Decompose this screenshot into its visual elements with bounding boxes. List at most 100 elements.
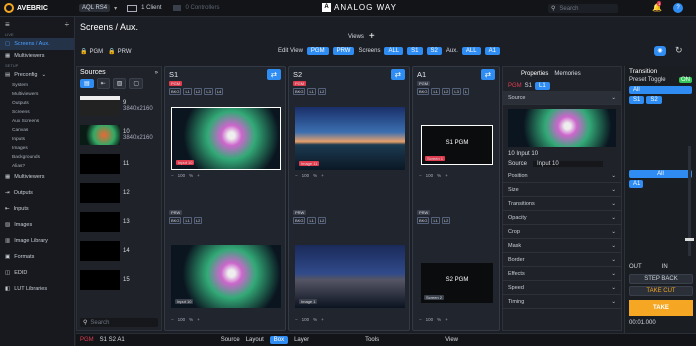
prop-row[interactable]: Speed ⌄ [503, 281, 621, 295]
section-live: LIVE [5, 32, 14, 37]
bell-icon[interactable]: 🔔 1 [652, 1, 662, 12]
list-item[interactable]: 9 3840x2160 [80, 91, 158, 120]
prop-row[interactable]: Position ⌄ [503, 169, 621, 183]
list-item[interactable]: 11 [80, 149, 158, 178]
sidebar-subitem[interactable]: Images [0, 144, 74, 153]
sidebar-subitem[interactable]: Multiviewers [0, 90, 74, 99]
eye-icon[interactable]: ◉ [654, 46, 666, 56]
add-view-button[interactable]: + [369, 31, 375, 42]
sidebar-subitem[interactable]: Aux Screens [0, 117, 74, 126]
controllers-count[interactable]: 0 Controllers [185, 5, 219, 11]
source-section[interactable]: Source ⌄ [503, 91, 621, 105]
sidebar-item-formats[interactable]: ▣ Formats [0, 251, 74, 263]
list-item[interactable]: 13 [80, 207, 158, 236]
sidebar-subitem[interactable]: Inputs [0, 135, 74, 144]
sidebar-item-edid[interactable]: ◫ EDID [0, 267, 74, 279]
prop-row[interactable]: Opacity ⌄ [503, 211, 621, 225]
filter-images-icon[interactable]: ▨ [112, 78, 127, 89]
aux-a1[interactable]: A1 [484, 47, 500, 55]
filter-screens-icon[interactable]: ▢ [129, 78, 144, 89]
search-box[interactable]: ⚲ Search [548, 4, 618, 13]
prw-canvas[interactable]: S2 PGM Screen 2 [421, 263, 493, 303]
sidebar-item-outputs[interactable]: ⇥ Outputs [0, 187, 74, 199]
pgm-select[interactable]: PGM [169, 81, 183, 86]
layer-label: Image 11 [299, 161, 320, 166]
sidebar: ≡ ÷ LIVE ▢ Screens / Aux. ▦ Multiviewers S… [0, 17, 75, 346]
source-select[interactable]: Input 10 [533, 161, 604, 167]
prop-row[interactable]: Border ⌄ [503, 253, 621, 267]
edit-view-label: Edit View [278, 48, 303, 54]
list-item[interactable]: 10 3840x2160 [80, 120, 158, 149]
source-thumbnail [80, 153, 120, 174]
list-item[interactable]: 12 [80, 178, 158, 207]
pgm-toggle[interactable]: PGM [306, 47, 329, 55]
sidebar-subitem[interactable]: Alias? [0, 162, 74, 171]
screen-menu-icon[interactable]: ⇄ [480, 68, 495, 80]
filter-inputs-icon[interactable]: ⇤ [96, 78, 110, 89]
screen-menu-icon[interactable]: ⇄ [266, 68, 281, 80]
help-icon[interactable]: ? [673, 3, 683, 13]
prw-canvas[interactable]: Image 1 [295, 245, 405, 308]
sidebar-item-preconfig[interactable]: ▤ Preconfig ⌄ [0, 69, 74, 81]
sidebar-subitem[interactable]: Backgrounds [0, 153, 74, 162]
pgm-canvas[interactable]: Input 10 [171, 107, 281, 170]
prop-row[interactable]: Timing ⌄ [503, 295, 621, 309]
search-input[interactable]: Search [559, 6, 578, 12]
t-bar-handle[interactable] [685, 238, 694, 241]
filter-all-icon[interactable]: ▤ [80, 79, 94, 88]
grid-icon: ▦ [5, 53, 11, 59]
screen-s2[interactable]: S2 [426, 47, 442, 55]
properties-panel: Properties Memories PGM S1 L1 Source ⌄ 10… [502, 66, 622, 331]
sidebar-item-multiviewers[interactable]: ▦ Multiviewers [0, 50, 74, 62]
take-button[interactable]: TAKE [629, 300, 693, 316]
sources-search[interactable]: ⚲ Search [80, 318, 158, 327]
screen-menu-icon[interactable]: ⇄ [390, 68, 405, 80]
lock-icon: 🔒 [108, 49, 116, 55]
prop-row[interactable]: Crop ⌄ [503, 225, 621, 239]
menu-icon[interactable]: ≡ [5, 20, 10, 29]
sources-search-input[interactable]: Search [90, 320, 109, 326]
pgm-canvas[interactable]: Image 11 [295, 107, 405, 170]
chevron-down-icon[interactable]: ▾ [114, 5, 117, 12]
sidebar-item-inputs[interactable]: ⇤ Inputs [0, 203, 74, 215]
prop-row[interactable]: Effects ⌄ [503, 267, 621, 281]
source-preview [508, 109, 616, 147]
pgm-lock[interactable]: 🔒 PGM [80, 48, 103, 56]
sidebar-item-lut[interactable]: ◧ LUT Libraries [0, 283, 74, 295]
aux-all[interactable]: ALL [461, 47, 481, 55]
screen-panel-s2: S2 ⇄ PGM BKG L1 L2 Image 11 −100% + PRW BKG L… [288, 66, 410, 331]
sidebar-subitem[interactable]: Outputs [0, 99, 74, 108]
prw-lock[interactable]: 🔒 PRW [108, 48, 131, 56]
client-count[interactable]: 1 Client [141, 5, 161, 11]
collapse-icon[interactable]: ÷ [65, 20, 69, 29]
prw-select[interactable]: PRW [169, 210, 183, 215]
prw-toggle[interactable]: PRW [332, 47, 355, 55]
sidebar-subitem[interactable]: Screens [0, 108, 74, 117]
sidebar-item-screens[interactable]: ▢ Screens / Aux. [0, 38, 74, 50]
page-title: Screens / Aux. [80, 22, 139, 32]
sources-panel: Sources » ▤ ⇤ ▨ ▢ 9 3840x2160 10 3840x2160… [76, 66, 162, 331]
bottom-bar: PGM S1 S2 A1 Source Layout Box Layer Too… [76, 333, 696, 346]
pgm-canvas[interactable]: S1 PGM Screen 1 [421, 125, 493, 165]
prop-row[interactable]: Mask ⌄ [503, 239, 621, 253]
tab-memories[interactable]: Memories [554, 71, 580, 77]
tab-properties[interactable]: Properties [521, 71, 548, 77]
sidebar-item-image-library[interactable]: ▥ Image Library [0, 235, 74, 247]
sidebar-subitem[interactable]: System [0, 81, 74, 90]
list-item[interactable]: 14 [80, 236, 158, 265]
screen-s1[interactable]: S1 [407, 47, 423, 55]
device-badge[interactable]: AQL RS4 [79, 4, 111, 12]
expand-icon[interactable]: » [155, 70, 158, 76]
brand-logo-icon [4, 3, 14, 13]
sidebar-item-images[interactable]: ▨ Images [0, 219, 74, 231]
prop-row[interactable]: Size ⌄ [503, 183, 621, 197]
preset-toggle-switch[interactable]: ON [679, 77, 692, 83]
refresh-icon[interactable]: ↻ [675, 45, 683, 56]
screens-all[interactable]: ALL [384, 47, 404, 55]
prop-row[interactable]: Transitions ⌄ [503, 197, 621, 211]
sidebar-subitem[interactable]: Canvas [0, 126, 74, 135]
prw-canvas[interactable]: Input 10 [171, 245, 281, 308]
sidebar-item-multiviewers-setup[interactable]: ▦ Multiviewers [0, 171, 74, 183]
brand[interactable]: AVEBRIC [4, 3, 48, 13]
list-item[interactable]: 15 [80, 265, 158, 294]
